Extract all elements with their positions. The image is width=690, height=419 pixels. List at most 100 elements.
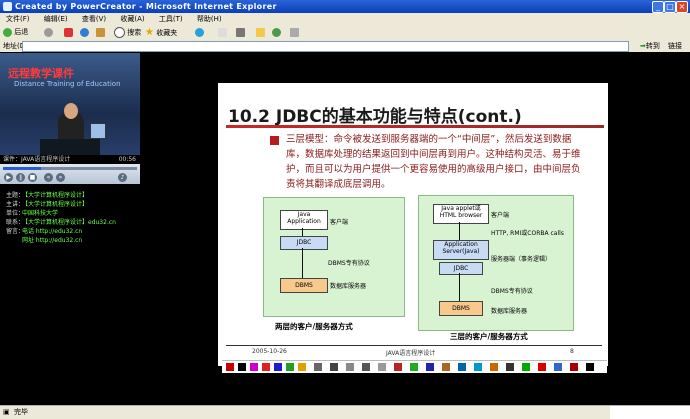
prev-page-icon[interactable] (522, 363, 530, 371)
info-value[interactable]: 网址 http://edu32.cn (22, 237, 82, 244)
line-tool-icon[interactable] (346, 363, 354, 371)
window-title: Created by PowerCreator - Microsoft Inte… (15, 2, 277, 11)
refresh-icon (80, 27, 89, 37)
brush-tool-icon[interactable] (442, 363, 450, 371)
video-info-course: 课件：JAVA语言程序设计 (3, 156, 71, 163)
pen-yellow-icon[interactable] (298, 363, 306, 371)
redo-icon[interactable] (474, 363, 482, 371)
mail-button[interactable] (218, 27, 227, 38)
rewind-button[interactable]: « (44, 173, 53, 182)
favorites-button[interactable]: ★ 收藏夹 (145, 27, 177, 38)
monitor-tool-icon[interactable] (330, 363, 338, 371)
client-label: 客户端 (491, 212, 510, 219)
save-annotation-icon[interactable] (506, 363, 514, 371)
ie-icon (3, 2, 12, 11)
info-value: 【大学计算机程序设计】 (22, 201, 89, 208)
black-color-icon[interactable] (238, 363, 246, 371)
two-tier-caption: 两层的客户/服务器方式 (275, 322, 353, 331)
text-tool-icon[interactable] (410, 363, 418, 371)
magenta-color-icon[interactable] (250, 363, 258, 371)
info-key: 主讲： (6, 201, 25, 208)
pen-red-icon[interactable] (262, 363, 270, 371)
stop-button[interactable] (64, 27, 73, 38)
video-info-bar: 课件：JAVA语言程序设计 00:56 (0, 155, 140, 164)
monitor-graphic (90, 123, 106, 139)
lecturer-head (64, 103, 78, 119)
connector-arrow (302, 228, 303, 236)
footer-course: JAVA语言程序设计 (386, 350, 436, 357)
info-key: 主题： (6, 192, 25, 199)
back-label: 后退 (14, 28, 29, 36)
go-button[interactable]: ➡转到 (640, 40, 660, 52)
menu-help[interactable]: 帮助(H) (197, 13, 222, 25)
print-button[interactable] (236, 27, 245, 38)
footer-rule (226, 345, 602, 346)
volume-icon[interactable]: ♪ (118, 173, 127, 182)
refresh-button[interactable] (80, 27, 89, 38)
highlighter-icon[interactable] (394, 363, 402, 371)
minimize-button[interactable]: _ (652, 1, 664, 13)
search-button[interactable]: 搜索 (114, 27, 141, 38)
links-button[interactable]: 链接 (668, 40, 682, 52)
menu-view[interactable]: 查看(V) (82, 13, 106, 25)
seek-bar[interactable] (3, 167, 137, 170)
media-button[interactable] (195, 27, 204, 38)
messenger-button[interactable] (272, 27, 281, 38)
info-value: 中国科技大学 (22, 210, 59, 217)
folder-icon (256, 27, 265, 37)
search-icon (114, 27, 125, 38)
course-info-list: 主题：【大学计算机程序设计】 主讲：【大学计算机程序设计】 单位：中国科技大学 … (6, 191, 138, 245)
folder-button[interactable] (256, 27, 265, 38)
pause-button[interactable]: ∥ (16, 173, 25, 182)
dbms-protocol-label: DBMS专有协议 (491, 288, 533, 295)
menu-favorites[interactable]: 收藏(A) (120, 13, 144, 25)
red-color-icon[interactable] (226, 363, 234, 371)
settings-icon[interactable] (554, 363, 562, 371)
status-bar: ▣ 完毕 (0, 405, 690, 419)
stop-playback-button[interactable]: ■ (28, 173, 37, 182)
print-icon (236, 27, 245, 37)
stamp-tool-icon[interactable] (426, 363, 434, 371)
desk-graphic (40, 139, 100, 155)
eraser-icon[interactable] (314, 363, 322, 371)
title-underline (226, 125, 604, 128)
menu-edit[interactable]: 编辑(E) (44, 13, 68, 25)
next-page-icon[interactable] (538, 363, 546, 371)
back-button[interactable]: 后退 (3, 27, 28, 38)
record-icon[interactable] (570, 363, 578, 371)
fast-forward-button[interactable]: » (56, 173, 65, 182)
rectangle-tool-icon[interactable] (362, 363, 370, 371)
home-button[interactable] (96, 27, 105, 38)
connector-arrow (459, 273, 460, 301)
seek-progress (3, 167, 41, 170)
menu-file[interactable]: 文件(F) (6, 13, 30, 25)
info-value[interactable]: 电话 http://edu32.cn (22, 228, 82, 235)
info-row-message: 留言：电话 http://edu32.cn (6, 227, 138, 236)
info-value[interactable]: 【大学计算机程序设计】edu32.cn (22, 219, 116, 226)
pen-green-icon[interactable] (286, 363, 294, 371)
maximize-button[interactable]: □ (664, 1, 676, 13)
dbms-box: DBMS (280, 278, 328, 293)
java-application-box: Java Application (280, 210, 328, 230)
three-tier-diagram: Java applet或HTML browser 客户端 HTTP, RMI或C… (418, 195, 574, 331)
clear-icon[interactable] (490, 363, 498, 371)
address-input[interactable] (22, 41, 629, 52)
play-button[interactable]: ▶ (4, 173, 13, 182)
info-row-lecturer: 主讲：【大学计算机程序设计】 (6, 200, 138, 209)
close-button[interactable]: × (676, 1, 688, 13)
video-banner-title: 远程教学课件 (8, 67, 74, 80)
video-banner-subtitle: Distance Training of Education (14, 80, 121, 88)
pointer-tool-icon[interactable] (378, 363, 386, 371)
stop-icon (64, 27, 73, 37)
research-button[interactable] (290, 27, 299, 38)
undo-icon[interactable] (458, 363, 466, 371)
pen-blue-icon[interactable] (274, 363, 282, 371)
forward-button[interactable] (44, 27, 53, 38)
info-row-unit: 单位：中国科技大学 (6, 209, 138, 218)
slide-paragraph: 三层模型：命令被发送到服务器端的一个“中间层”，然后发送到数据库，数据库处理的结… (286, 134, 581, 190)
exit-tool-icon[interactable] (586, 363, 594, 371)
lecture-video[interactable]: 远程教学课件 Distance Training of Education (0, 53, 140, 155)
window-titlebar: Created by PowerCreator - Microsoft Inte… (0, 0, 690, 13)
info-row-topic: 主题：【大学计算机程序设计】 (6, 191, 138, 200)
menu-tools[interactable]: 工具(T) (159, 13, 183, 25)
